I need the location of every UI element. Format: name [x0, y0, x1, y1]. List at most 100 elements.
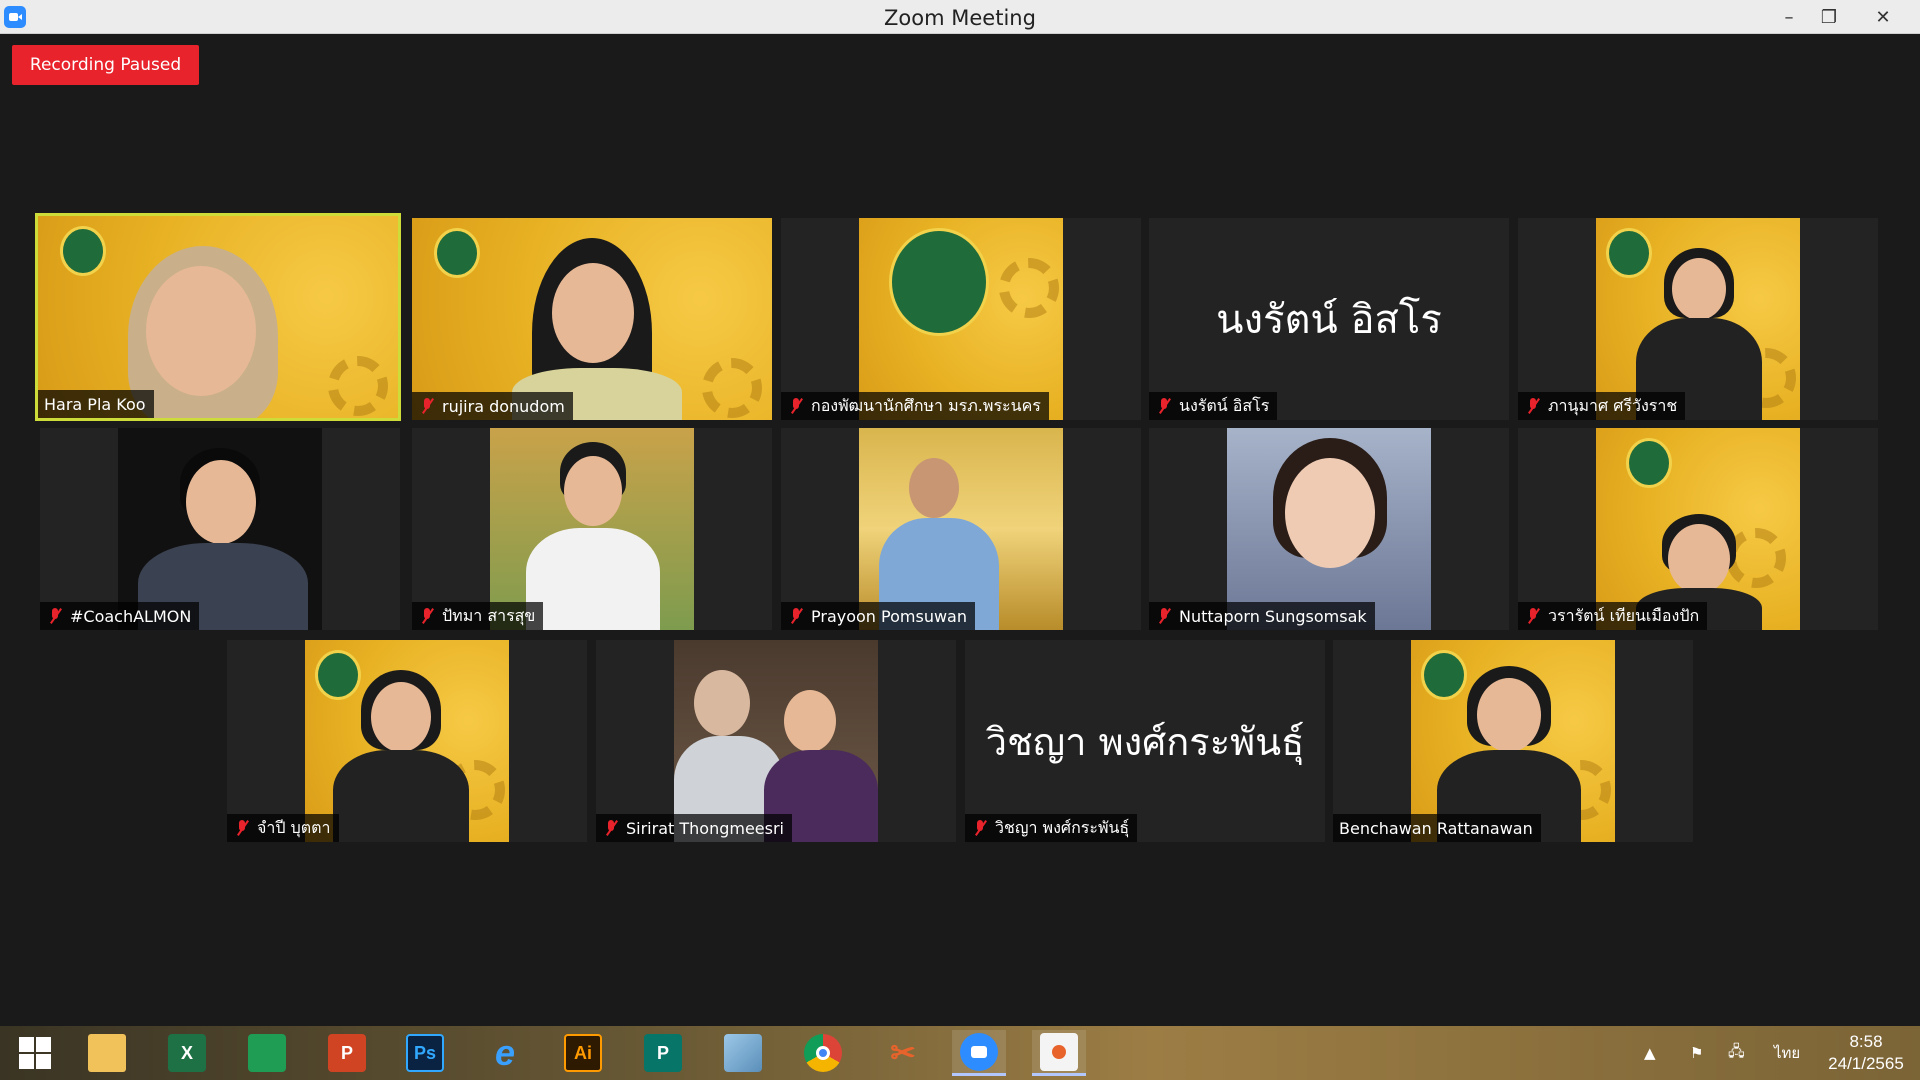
participant-video: [305, 640, 509, 842]
participant-tile[interactable]: ปัทมา สารสุข: [412, 428, 772, 630]
mic-muted-icon: [233, 819, 251, 837]
taskbar-file-explorer[interactable]: [80, 1030, 134, 1076]
participant-tile[interactable]: วรารัตน์ เทียนเมืองปัก: [1518, 428, 1878, 630]
participant-tile[interactable]: #CoachALMON: [40, 428, 400, 630]
taskbar-internet-explorer[interactable]: e: [478, 1030, 532, 1076]
input-language[interactable]: ไทย: [1774, 1026, 1800, 1080]
publisher-icon: P: [644, 1034, 682, 1072]
person-face: [1477, 678, 1541, 752]
recording-paused-badge[interactable]: Recording Paused: [12, 45, 199, 85]
excel-icon: X: [168, 1034, 206, 1072]
participant-name: Prayoon Pomsuwan: [781, 602, 975, 630]
chrome-icon: [804, 1034, 842, 1072]
taskbar-photoshop[interactable]: Ps: [398, 1030, 452, 1076]
restore-button[interactable]: ❐: [1806, 0, 1852, 34]
participant-tile[interactable]: Sirirat Thongmeesri: [596, 640, 956, 842]
person-face: [784, 690, 836, 752]
participant-display-name: วิชญา พงศ์กระพันธุ์: [985, 719, 1305, 764]
clock-date: 24/1/2565: [1828, 1054, 1904, 1073]
mic-muted-icon: [1524, 397, 1542, 415]
person-face: [564, 456, 622, 526]
university-seal-icon: [1421, 650, 1467, 700]
participant-name: ปัทมา สารสุข: [412, 602, 544, 630]
participant-tile[interactable]: Prayoon Pomsuwan: [781, 428, 1141, 630]
participant-video: [859, 218, 1063, 420]
start-button[interactable]: [8, 1030, 62, 1076]
taskbar-store[interactable]: [240, 1030, 294, 1076]
participant-name: rujira donudom: [412, 392, 573, 420]
windows-taskbar: X P Ps e Ai P ✂ ▲ ⚑ 🖧 ไทย 8:58 24/1/2565: [0, 1026, 1920, 1080]
person-face: [552, 263, 634, 363]
clock-time: 8:58: [1849, 1032, 1883, 1051]
taskbar-zoom[interactable]: [952, 1030, 1006, 1076]
participant-tile[interactable]: ภานุมาศ ศรีวังราช: [1518, 218, 1878, 420]
powerpoint-icon: P: [328, 1034, 366, 1072]
taskbar-illustrator[interactable]: Ai: [556, 1030, 610, 1076]
person-body: [526, 528, 660, 630]
participant-video: [38, 216, 398, 418]
person-face: [371, 682, 431, 752]
participant-name: #CoachALMON: [40, 602, 200, 630]
person-face: [909, 458, 959, 518]
participant-name: Nuttaporn Sungsomsak: [1149, 602, 1375, 630]
participant-video: [674, 640, 878, 842]
mic-muted-icon: [602, 819, 620, 837]
taskbar-publisher[interactable]: P: [636, 1030, 690, 1076]
participant-tile[interactable]: กองพัฒนานักศึกษา มรภ.พระนคร: [781, 218, 1141, 420]
participant-tile[interactable]: วิชญา พงศ์กระพันธุ์ วิชญา พงศ์กระพันธุ์: [965, 640, 1325, 842]
person-face: [146, 266, 256, 396]
participant-tile[interactable]: rujira donudom: [412, 218, 772, 420]
participant-video: [859, 428, 1063, 630]
notes-icon: [724, 1034, 762, 1072]
person-face: [1668, 524, 1730, 594]
participant-tile[interactable]: จำปี บุตตา: [227, 640, 587, 842]
university-seal-icon: [889, 228, 989, 336]
participant-name: กองพัฒนานักศึกษา มรภ.พระนคร: [781, 392, 1049, 420]
store-icon: [248, 1034, 286, 1072]
participant-video: [1411, 640, 1615, 842]
university-seal-icon: [1626, 438, 1672, 488]
mic-muted-icon: [787, 397, 805, 415]
participant-name: จำปี บุตตา: [227, 814, 339, 842]
participant-video: [118, 428, 322, 630]
mic-muted-icon: [1155, 607, 1173, 625]
mic-muted-icon: [418, 607, 436, 625]
participant-tile[interactable]: Hara Pla Koo: [35, 213, 401, 421]
photoshop-icon: Ps: [406, 1034, 444, 1072]
zoom-icon: [960, 1032, 998, 1071]
person-face: [1672, 258, 1726, 320]
person-face: [694, 670, 750, 736]
snipping-tool-icon: ✂: [890, 1036, 916, 1070]
participant-name: วรารัตน์ เทียนเมืองปัก: [1518, 602, 1708, 630]
taskbar-powerpoint[interactable]: P: [320, 1030, 374, 1076]
participant-tile[interactable]: Nuttaporn Sungsomsak: [1149, 428, 1509, 630]
participant-display-name: นงรัตน์ อิสโร: [1216, 297, 1442, 343]
show-hidden-icons-button[interactable]: ▲: [1644, 1026, 1656, 1080]
participant-name: วิชญา พงศ์กระพันธุ์: [965, 814, 1138, 842]
participant-name: Benchawan Rattanawan: [1333, 814, 1541, 842]
mic-muted-icon: [971, 819, 989, 837]
mic-muted-icon: [418, 397, 436, 415]
participant-video: [490, 428, 694, 630]
participant-name: ภานุมาศ ศรีวังราช: [1518, 392, 1686, 420]
taskbar-excel[interactable]: X: [160, 1030, 214, 1076]
taskbar-paint[interactable]: [1032, 1030, 1086, 1076]
network-icon[interactable]: 🖧: [1728, 1026, 1745, 1080]
participant-video: [1227, 428, 1431, 630]
folder-icon: [88, 1034, 126, 1072]
participant-video: [1596, 218, 1800, 420]
taskbar-chrome[interactable]: [796, 1030, 850, 1076]
taskbar-snipping[interactable]: ✂: [876, 1030, 930, 1076]
participant-tile[interactable]: นงรัตน์ อิสโร นงรัตน์ อิสโร: [1149, 218, 1509, 420]
participant-video: [412, 218, 772, 420]
gear-icon: [702, 358, 762, 418]
window-titlebar: Zoom Meeting – ❐ ✕: [0, 0, 1920, 34]
internet-explorer-icon: e: [494, 1032, 516, 1073]
illustrator-icon: Ai: [564, 1034, 602, 1072]
action-center-flag-icon[interactable]: ⚑: [1690, 1026, 1703, 1080]
close-button[interactable]: ✕: [1860, 0, 1906, 34]
participant-tile[interactable]: Benchawan Rattanawan: [1333, 640, 1693, 842]
system-clock[interactable]: 8:58 24/1/2565: [1818, 1031, 1914, 1075]
taskbar-notes[interactable]: [716, 1030, 770, 1076]
gear-icon: [999, 258, 1059, 318]
